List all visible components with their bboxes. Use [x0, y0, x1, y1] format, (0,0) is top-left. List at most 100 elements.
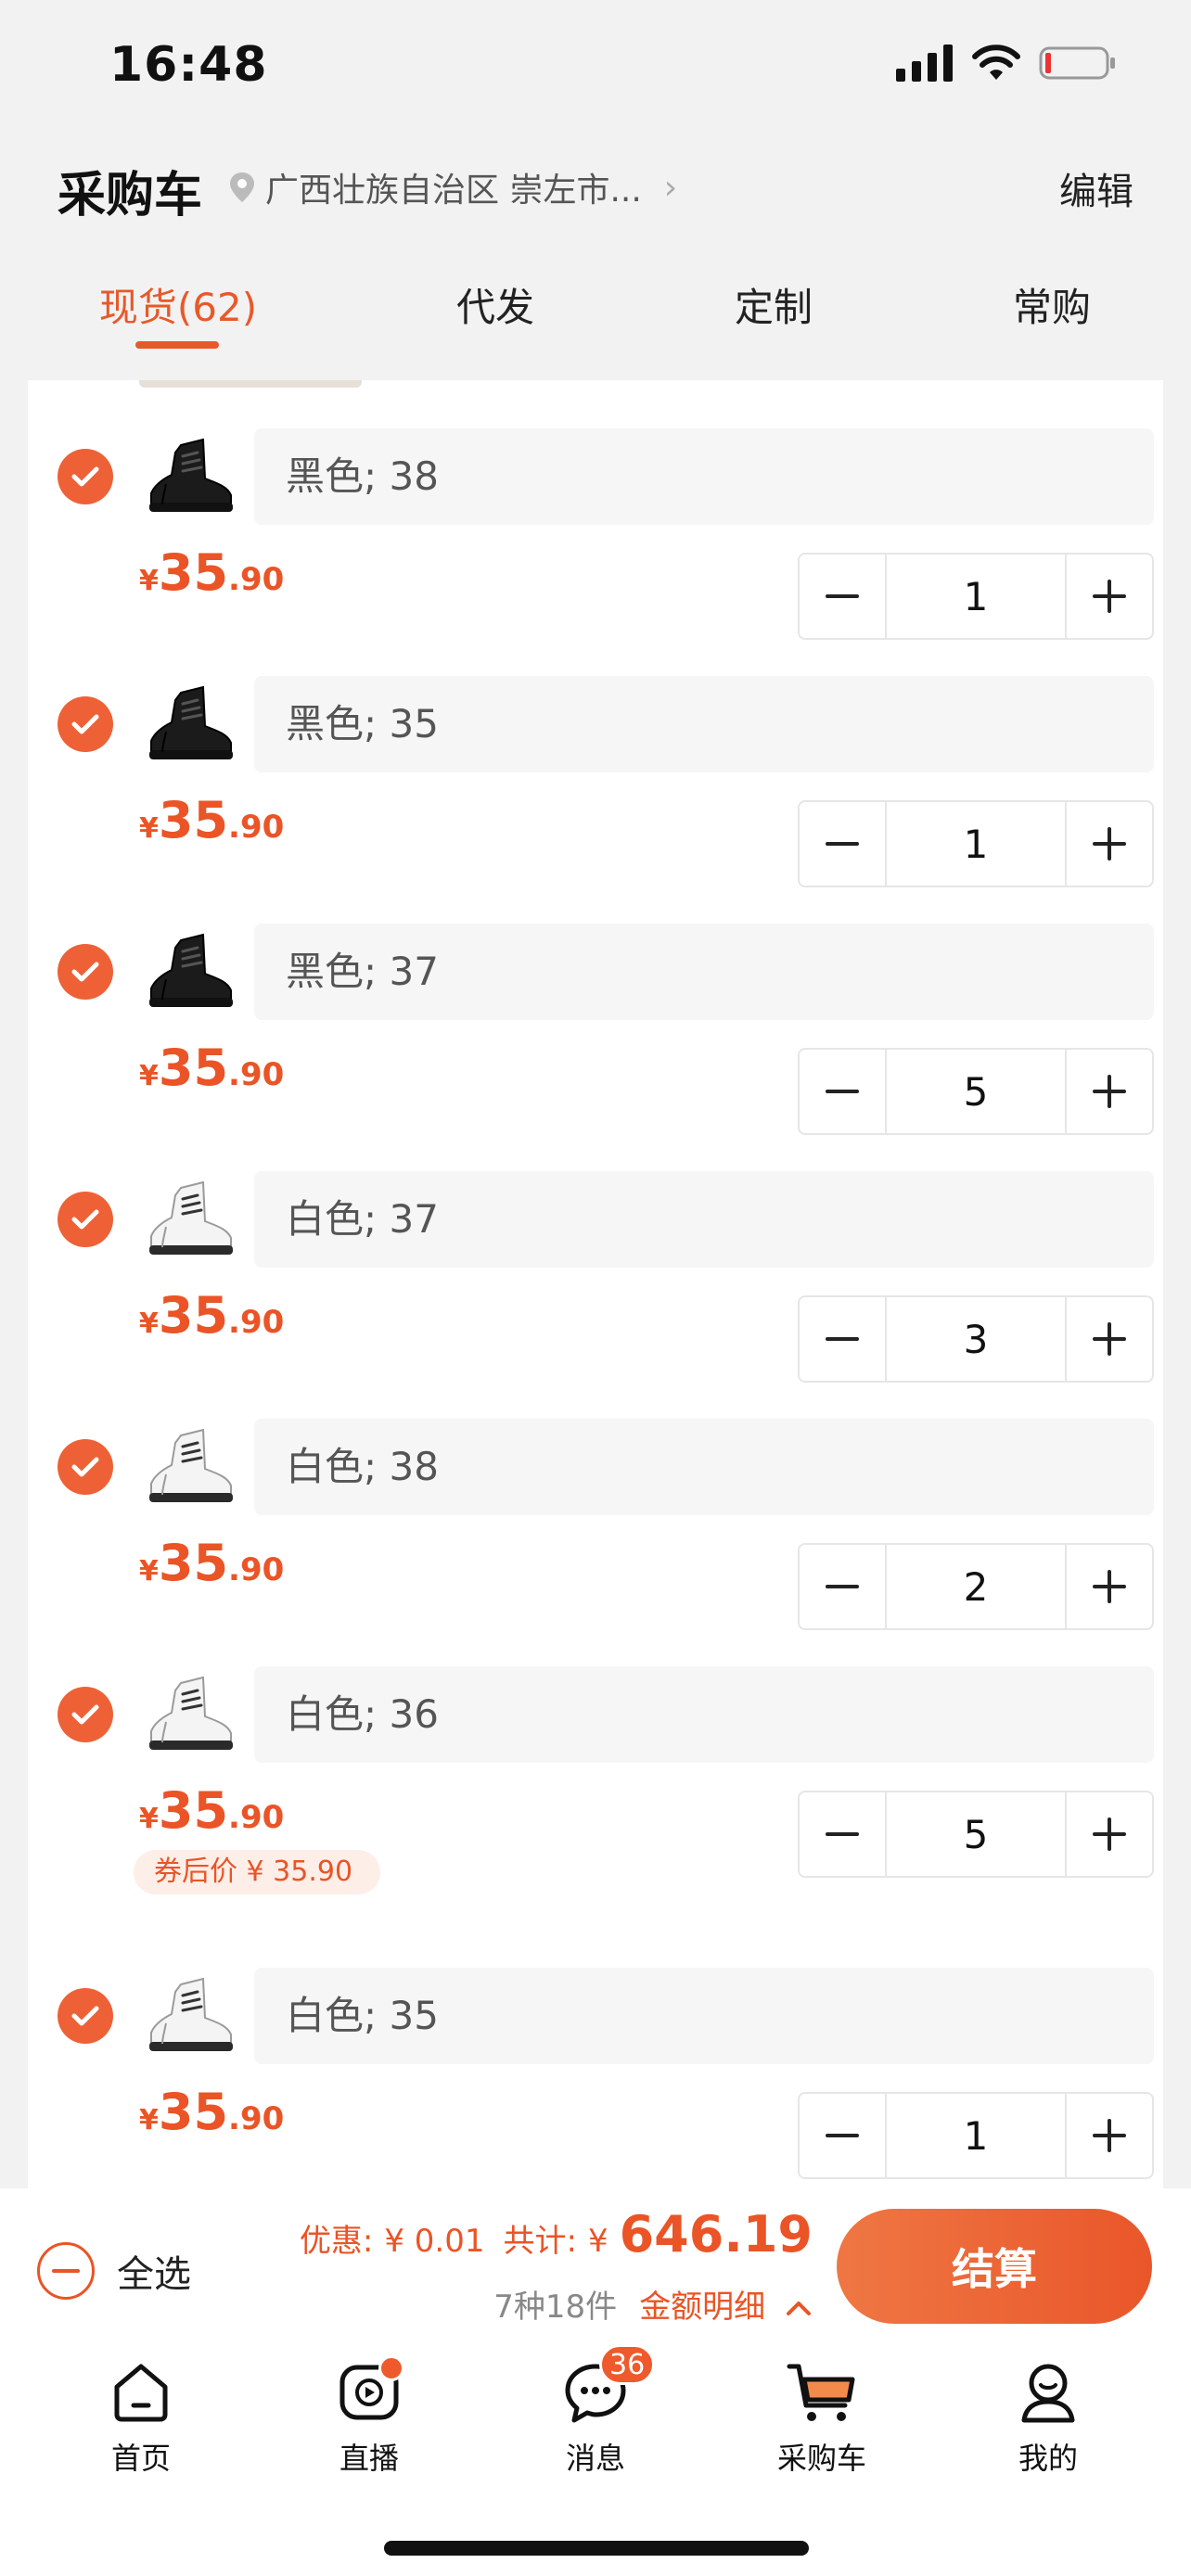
item-spec[interactable]: 白色; 35 [254, 1968, 1154, 2064]
item-checkbox[interactable] [58, 944, 113, 1000]
quantity-input[interactable]: 1 [885, 802, 1067, 886]
quantity-input[interactable]: 5 [885, 1050, 1067, 1133]
tabbar-messages[interactable]: 36 消息 [503, 2344, 688, 2478]
item-checkbox[interactable] [58, 1687, 113, 1742]
increment-button[interactable] [1067, 802, 1152, 886]
shoe-image [149, 1676, 233, 1750]
cart-icon [787, 2364, 855, 2421]
quantity-input[interactable]: 1 [885, 555, 1067, 638]
battery-icon [1039, 46, 1115, 80]
checkmark-icon [71, 714, 99, 734]
price-integer: 35 [158, 791, 229, 849]
item-spec[interactable]: 白色; 37 [254, 1171, 1154, 1268]
select-all-toggle[interactable]: 全选 [37, 2242, 191, 2300]
tab-bar: 现货(62) 代发 定制 常购 [0, 269, 1191, 362]
item-spec[interactable]: 白色; 38 [254, 1419, 1154, 1515]
price-integer: 35 [158, 1286, 229, 1345]
amount-details: 7种18件 金额明细 [493, 2281, 813, 2327]
price-currency: ¥ [139, 1060, 159, 1092]
select-all-icon [37, 2242, 95, 2300]
quantity-stepper: 2 [798, 1543, 1154, 1630]
decrement-button[interactable] [800, 1050, 885, 1133]
item-thumbnail[interactable] [139, 676, 241, 772]
item-spec[interactable]: 白色; 36 [254, 1666, 1154, 1763]
price-integer: 35 [158, 1039, 229, 1097]
amount-details-link[interactable]: 金额明细 [639, 2281, 813, 2327]
price-currency: ¥ [139, 1555, 159, 1588]
item-thumbnail[interactable] [139, 1968, 241, 2064]
location-selector[interactable]: 广西壮族自治区 崇左市... › [228, 163, 677, 211]
increment-button[interactable] [1067, 1050, 1152, 1133]
item-price: ¥35.90 [139, 543, 284, 602]
price-currency: ¥ [139, 565, 159, 597]
price-decimal: .90 [228, 1799, 285, 1836]
item-thumbnail[interactable] [139, 924, 241, 1020]
decrement-button[interactable] [800, 1792, 885, 1876]
item-thumbnail[interactable] [139, 1171, 241, 1268]
plus-icon [1093, 1570, 1126, 1603]
increment-button[interactable] [1067, 555, 1152, 638]
tabbar-cart[interactable]: 采购车 [729, 2355, 915, 2478]
item-checkbox[interactable] [58, 1439, 113, 1495]
decrement-button[interactable] [800, 1297, 885, 1381]
item-price: ¥35.90 [139, 1039, 284, 1097]
decrement-button[interactable] [800, 802, 885, 886]
total-label: 共计: [503, 2223, 577, 2260]
price-decimal: .90 [228, 1551, 285, 1588]
tabbar-live[interactable]: 直播 [276, 2355, 462, 2478]
checkmark-icon [71, 1209, 99, 1230]
increment-button[interactable] [1067, 1792, 1152, 1876]
tab-custom[interactable]: 定制 [735, 276, 813, 333]
page-title: 采购车 [58, 168, 203, 223]
location-text: 广西壮族自治区 崇左市... [265, 172, 642, 210]
decrement-button[interactable] [800, 555, 885, 638]
increment-button[interactable] [1067, 1297, 1152, 1381]
message-badge: 36 [599, 2344, 656, 2385]
status-bar: 16:48 [0, 0, 1191, 139]
quantity-input[interactable]: 2 [885, 1545, 1067, 1628]
item-thumbnail[interactable] [139, 428, 241, 525]
quantity-stepper: 1 [798, 800, 1154, 887]
item-checkbox[interactable] [58, 696, 113, 752]
shoe-image [149, 1428, 233, 1502]
minus-icon [826, 594, 859, 598]
signal-icon [896, 45, 953, 82]
item-checkbox[interactable] [58, 1988, 113, 2044]
increment-button[interactable] [1067, 2094, 1152, 2177]
item-spec[interactable]: 黑色; 37 [254, 924, 1154, 1020]
item-spec[interactable]: 黑色; 35 [254, 676, 1154, 772]
tabbar-home[interactable]: 首页 [48, 2355, 234, 2478]
checkmark-icon [71, 466, 99, 487]
tab-in-stock[interactable]: 现货(62) [99, 276, 257, 333]
plus-icon [1093, 2119, 1126, 2152]
quantity-input[interactable]: 5 [885, 1792, 1067, 1876]
item-price: ¥35.90 [139, 1286, 284, 1345]
quantity-stepper: 3 [798, 1295, 1154, 1383]
tabbar-profile[interactable]: 我的 [955, 2355, 1141, 2478]
item-checkbox[interactable] [58, 449, 113, 504]
cart-item-list[interactable]: 黑色; 38 ¥35.90 1 黑色; 35 ¥35.90 1 黑色; 37 ¥35.90 5 白… [28, 380, 1163, 2188]
quantity-input[interactable]: 1 [885, 2094, 1067, 2177]
increment-button[interactable] [1067, 1545, 1152, 1628]
item-thumbnail[interactable] [139, 1666, 241, 1763]
price-decimal: .90 [228, 1304, 285, 1341]
minus-icon [826, 1585, 859, 1588]
decrement-button[interactable] [800, 2094, 885, 2177]
tab-frequent[interactable]: 常购 [1013, 276, 1091, 333]
item-price: ¥35.90 [139, 791, 284, 849]
item-price: ¥35.90 [139, 1781, 284, 1840]
decrement-button[interactable] [800, 1545, 885, 1628]
tabbar-messages-label: 消息 [565, 2441, 625, 2476]
edit-button[interactable]: 编辑 [1059, 161, 1133, 215]
item-thumbnail[interactable] [139, 1419, 241, 1515]
price-currency: ¥ [139, 812, 159, 845]
item-spec[interactable]: 黑色; 38 [254, 428, 1154, 525]
checkout-button[interactable]: 结算 [837, 2209, 1152, 2324]
discount-label: 优惠: [299, 2223, 374, 2260]
item-checkbox[interactable] [58, 1192, 113, 1247]
checkmark-icon [71, 1704, 99, 1725]
tab-dropship[interactable]: 代发 [456, 276, 534, 333]
minus-icon [826, 1090, 859, 1093]
quantity-input[interactable]: 3 [885, 1297, 1067, 1381]
item-price: ¥35.90 [139, 2083, 284, 2141]
